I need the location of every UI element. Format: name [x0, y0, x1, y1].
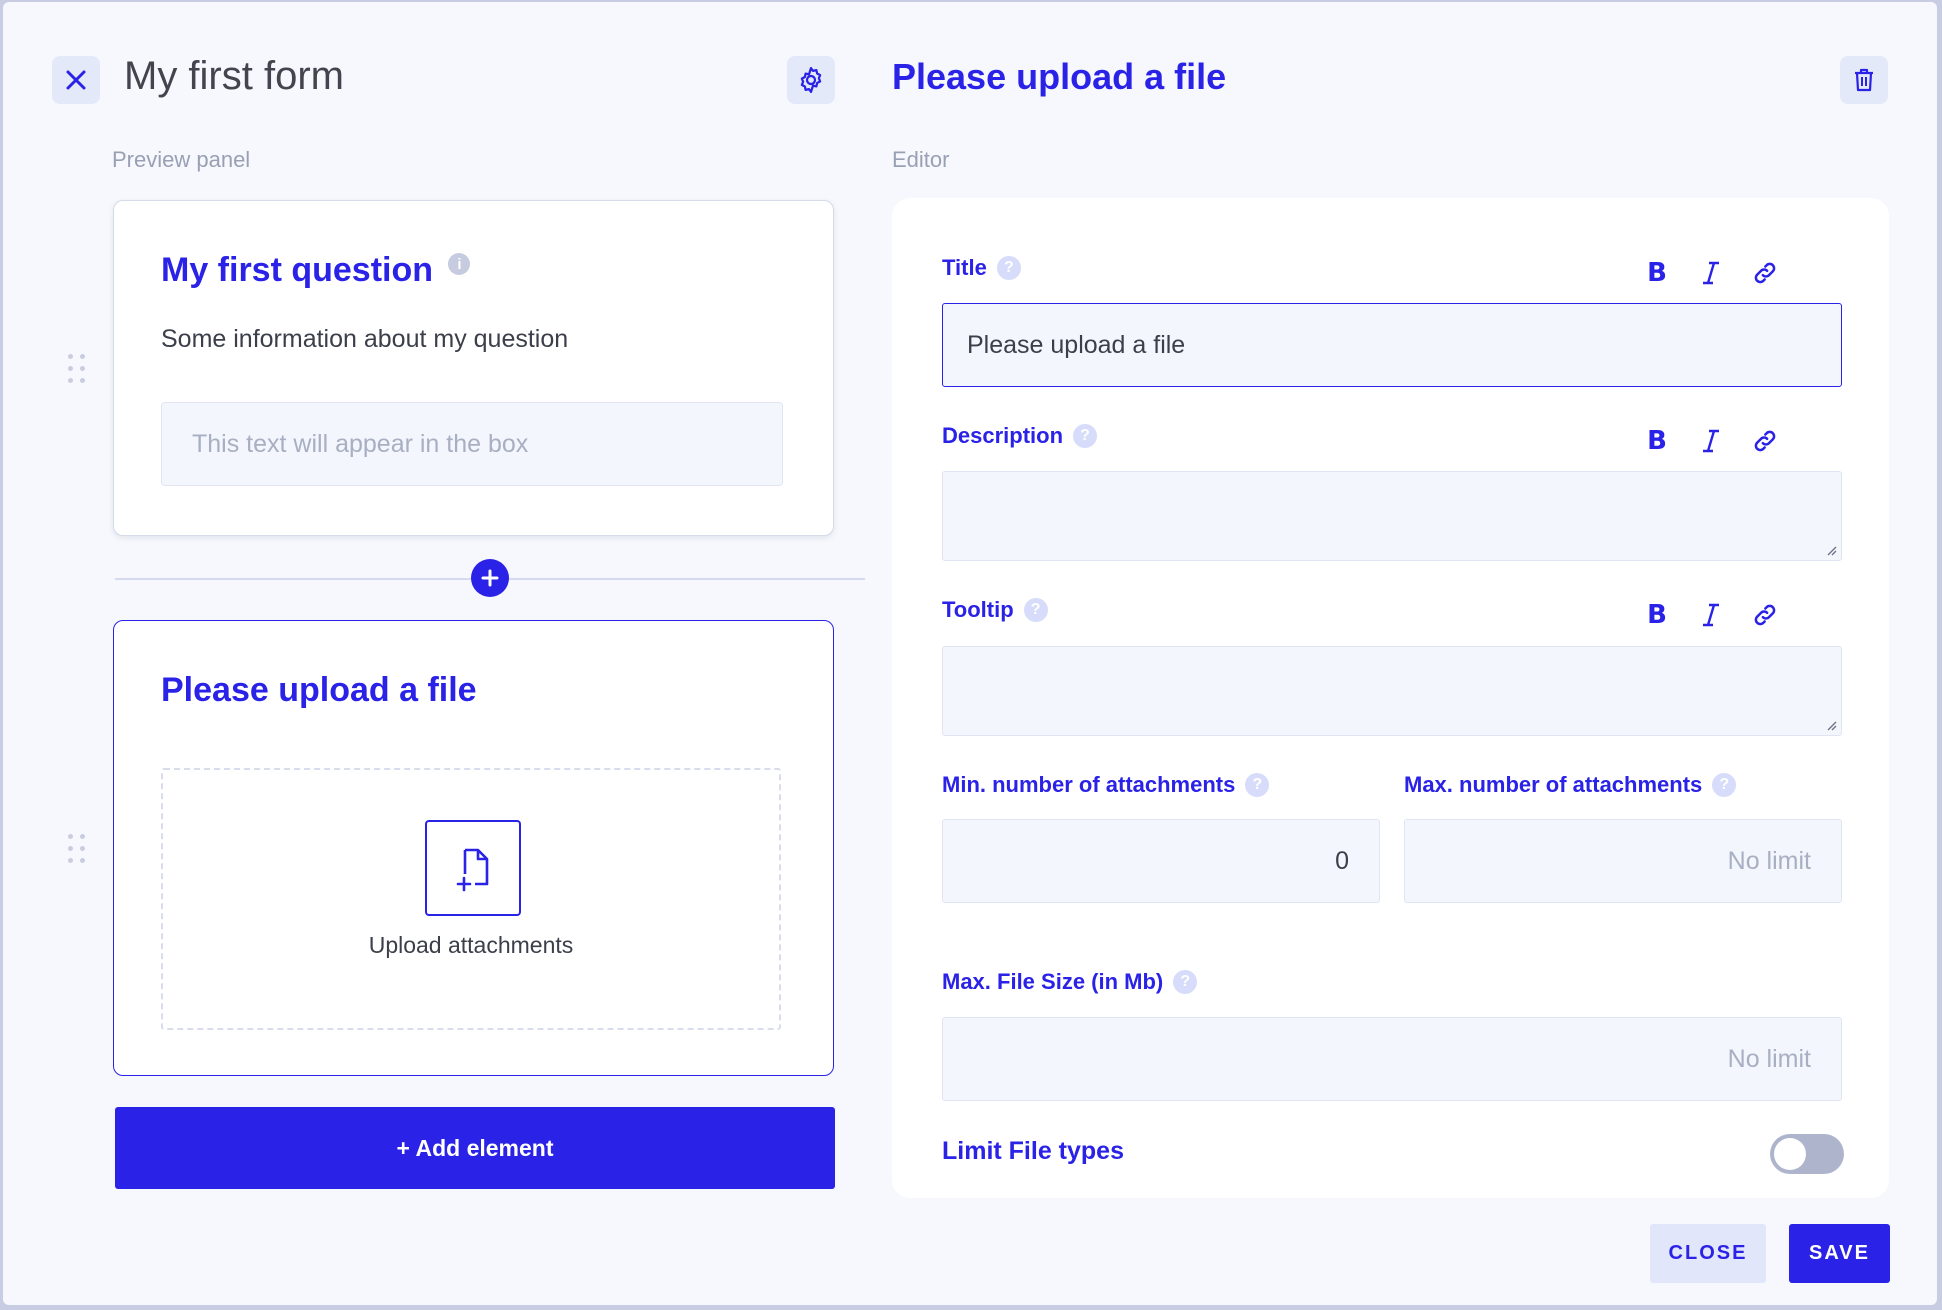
form-editor-modal: My first form Please upload a file Previ…: [3, 2, 1937, 1305]
tooltip-textarea[interactable]: [942, 646, 1842, 736]
help-icon[interactable]: ?: [1073, 424, 1098, 448]
editor-label: Editor: [892, 147, 950, 172]
max-label-text: Max. number of attachments: [1404, 772, 1703, 797]
bold-button[interactable]: B: [1644, 426, 1670, 456]
resize-grip-icon[interactable]: [1825, 544, 1837, 556]
help-icon[interactable]: ?: [1173, 970, 1198, 994]
drag-handle-icon[interactable]: [68, 834, 86, 864]
italic-icon: [1703, 261, 1719, 285]
limit-file-types-label: Limit File types: [942, 1137, 1124, 1165]
italic-button[interactable]: [1698, 426, 1724, 456]
limit-file-types-toggle[interactable]: [1770, 1134, 1844, 1174]
tooltip-field-label: Tooltip ?: [942, 597, 1048, 623]
help-icon[interactable]: ?: [1023, 598, 1048, 622]
close-form-button[interactable]: [52, 56, 100, 104]
add-element-button[interactable]: + Add element: [115, 1107, 835, 1189]
upload-label: Upload attachments: [368, 932, 574, 958]
title-format-toolbar: B: [1644, 258, 1778, 288]
italic-icon: [1703, 429, 1719, 453]
preview-panel-label: Preview panel: [112, 147, 251, 172]
question-title-text: My first question: [161, 251, 434, 289]
question-answer-input[interactable]: This text will appear in the box: [161, 402, 783, 486]
save-button[interactable]: SAVE: [1789, 1224, 1890, 1283]
title-field-label: Title ?: [942, 255, 1021, 281]
close-button[interactable]: CLOSE: [1650, 1224, 1766, 1283]
link-button[interactable]: [1752, 600, 1778, 630]
form-settings-button[interactable]: [787, 56, 835, 104]
filesize-label-text: Max. File Size (in Mb): [942, 969, 1164, 994]
link-button[interactable]: [1752, 426, 1778, 456]
upload-button[interactable]: [425, 820, 521, 916]
min-label-text: Min. number of attachments: [942, 772, 1236, 797]
help-icon[interactable]: ?: [1245, 773, 1270, 797]
italic-button[interactable]: [1698, 600, 1724, 630]
gear-icon: [800, 67, 822, 93]
question-description: Some information about my question: [161, 325, 569, 353]
description-label-text: Description: [942, 423, 1064, 448]
link-icon: [1754, 430, 1776, 452]
max-file-size-label: Max. File Size (in Mb) ?: [942, 969, 1198, 995]
description-textarea[interactable]: [942, 471, 1842, 561]
link-icon: [1754, 262, 1776, 284]
min-attachments-label: Min. number of attachments ?: [942, 772, 1270, 798]
preview-upload-card[interactable]: Please upload a file Upload attachments: [113, 620, 834, 1076]
preview-question-card[interactable]: My first question i Some information abo…: [113, 200, 834, 536]
upload-dropzone[interactable]: Upload attachments: [161, 768, 781, 1030]
insert-element-button[interactable]: [471, 559, 509, 597]
min-attachments-input[interactable]: 0: [942, 819, 1380, 903]
bold-button[interactable]: B: [1644, 600, 1670, 630]
help-icon[interactable]: ?: [996, 256, 1021, 280]
italic-icon: [1703, 603, 1719, 627]
toggle-knob: [1774, 1138, 1806, 1170]
upload-question-title: Please upload a file: [161, 671, 477, 709]
max-attachments-label: Max. number of attachments ?: [1404, 772, 1737, 798]
title-label-text: Title: [942, 255, 987, 280]
resize-grip-icon[interactable]: [1825, 719, 1837, 731]
description-field-label: Description ?: [942, 423, 1098, 449]
help-icon[interactable]: ?: [1712, 773, 1737, 797]
form-title: My first form: [124, 54, 344, 98]
max-attachments-input[interactable]: No limit: [1404, 819, 1842, 903]
title-input[interactable]: Please upload a file: [942, 303, 1842, 387]
editor-title: Please upload a file: [892, 56, 1227, 97]
italic-button[interactable]: [1698, 258, 1724, 288]
question-title: My first question i: [161, 251, 471, 290]
file-add-icon: [456, 848, 489, 892]
link-button[interactable]: [1752, 258, 1778, 288]
drag-handle-icon[interactable]: [68, 354, 86, 384]
trash-icon: [1855, 68, 1873, 92]
link-icon: [1754, 604, 1776, 626]
plus-icon: [481, 569, 499, 587]
tooltip-label-text: Tooltip: [942, 597, 1014, 622]
tooltip-format-toolbar: B: [1644, 600, 1778, 630]
info-icon[interactable]: i: [448, 253, 471, 275]
editor-card: Title ? B Please upload a file Descripti…: [892, 198, 1889, 1198]
bold-button[interactable]: B: [1644, 258, 1670, 288]
max-file-size-input[interactable]: No limit: [942, 1017, 1842, 1101]
description-format-toolbar: B: [1644, 426, 1778, 456]
close-icon: [66, 70, 86, 90]
delete-element-button[interactable]: [1840, 56, 1888, 104]
